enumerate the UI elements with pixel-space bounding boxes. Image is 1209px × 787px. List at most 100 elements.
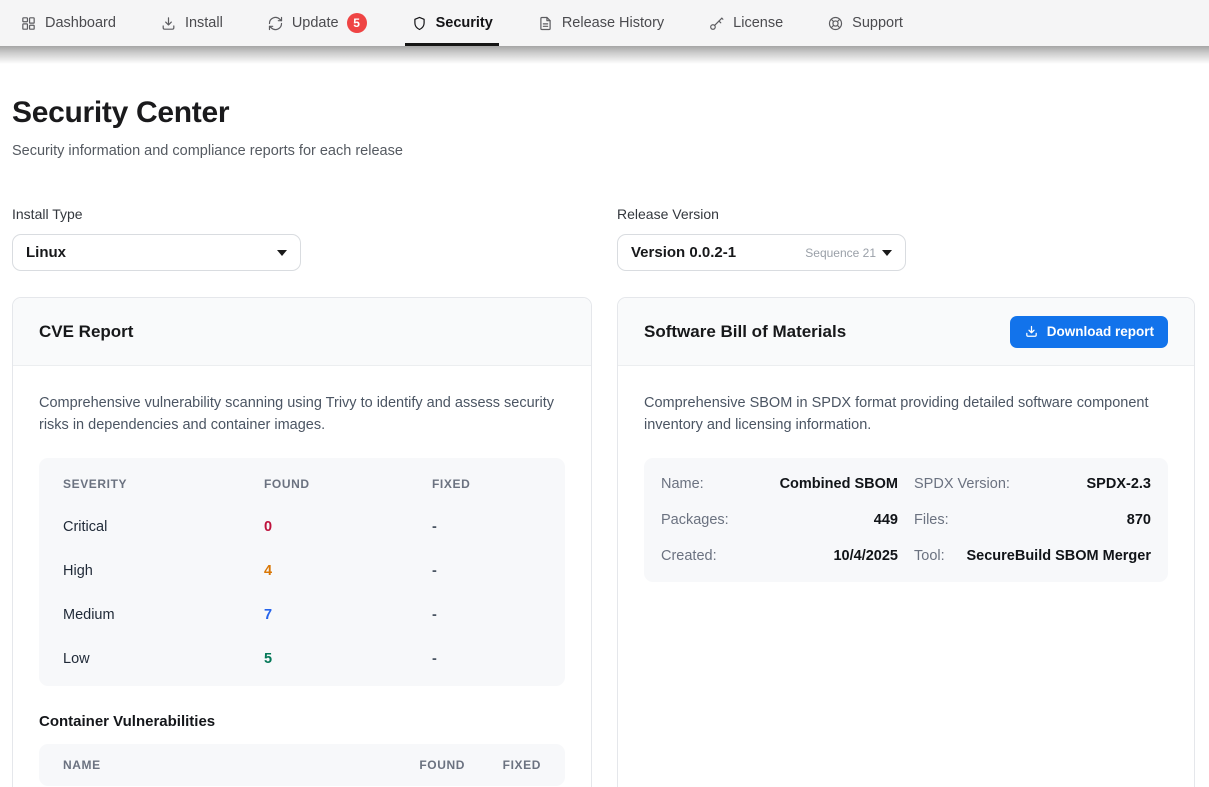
nav-item-update[interactable]: Update 5: [267, 0, 367, 46]
download-icon: [1024, 324, 1039, 339]
sbom-header: Software Bill of Materials Download repo…: [618, 298, 1194, 366]
found-column-header: FOUND: [264, 477, 432, 491]
page-subtitle: Security information and compliance repo…: [12, 143, 1195, 159]
nav-item-label: Support: [852, 15, 903, 31]
download-icon: [160, 15, 177, 32]
sbom-field-packages: Packages:449: [661, 512, 898, 528]
sbom-field-value: 449: [729, 512, 898, 528]
sbom-detail-row: Packages:449 Files:870: [661, 502, 1151, 538]
sbom-card: Software Bill of Materials Download repo…: [617, 297, 1195, 787]
found-column-header: FOUND: [389, 758, 465, 772]
sbom-detail-row: Created:10/4/2025 Tool:SecureBuild SBOM M…: [661, 538, 1151, 574]
cve-report-header: CVE Report: [13, 298, 591, 366]
sbom-field-label: Created:: [661, 548, 717, 564]
sbom-field-label: Tool:: [914, 548, 945, 564]
lifebuoy-icon: [827, 15, 844, 32]
nav-item-support[interactable]: Support: [827, 0, 903, 46]
sbom-field-value: 10/4/2025: [717, 548, 898, 564]
download-report-button[interactable]: Download report: [1010, 316, 1168, 348]
severity-row-medium: Medium7-: [39, 593, 565, 637]
install-type-select[interactable]: Linux: [12, 234, 301, 271]
refresh-icon: [267, 15, 284, 32]
sbom-title: Software Bill of Materials: [644, 322, 846, 342]
release-version-label: Release Version: [617, 206, 1195, 222]
sbom-field-created: Created:10/4/2025: [661, 548, 898, 564]
found-count: 5: [264, 651, 432, 667]
nav-item-label: Release History: [562, 15, 664, 31]
key-icon: [708, 15, 725, 32]
chevron-down-icon: [882, 250, 892, 256]
fixed-count: -: [432, 519, 541, 535]
fixed-count: -: [432, 651, 541, 667]
cve-report-body: Comprehensive vulnerability scanning usi…: [13, 366, 591, 787]
nav-item-label: License: [733, 15, 783, 31]
document-icon: [537, 15, 554, 32]
severity-row-critical: Critical0-: [39, 505, 565, 549]
found-count: 4: [264, 563, 432, 579]
severity-table: SEVERITY FOUND FIXED Critical0-High4-Med…: [39, 458, 565, 686]
cve-report-card: CVE Report Comprehensive vulnerability s…: [12, 297, 592, 787]
toolbar-shadow: [0, 46, 1209, 64]
nav-item-security[interactable]: Security: [411, 0, 493, 46]
update-count-badge: 5: [347, 13, 367, 33]
nav-item-license[interactable]: License: [708, 0, 783, 46]
page-title: Security Center: [12, 96, 1195, 130]
sbom-details-table: Name:Combined SBOM SPDX Version:SPDX-2.3 P…: [644, 458, 1168, 582]
install-type-filter: Install Type Linux: [12, 206, 592, 271]
top-nav: Dashboard Install Update 5 Security Release H…: [0, 0, 1209, 46]
sbom-field-label: Files:: [914, 512, 949, 528]
sbom-field-label: Name:: [661, 476, 704, 492]
dashboard-grid-icon: [20, 15, 37, 32]
sequence-badge: Sequence 21: [805, 246, 876, 260]
download-report-label: Download report: [1047, 324, 1154, 339]
severity-label: Medium: [63, 607, 264, 623]
sbom-field-value: Combined SBOM: [704, 476, 898, 492]
sbom-field-tool: Tool:SecureBuild SBOM Merger: [914, 548, 1151, 564]
severity-label: Low: [63, 651, 264, 667]
cards-row: CVE Report Comprehensive vulnerability s…: [12, 297, 1195, 787]
sbom-field-value: SecureBuild SBOM Merger: [945, 548, 1151, 564]
sbom-field-label: SPDX Version:: [914, 476, 1010, 492]
fixed-count: -: [432, 563, 541, 579]
nav-item-dashboard[interactable]: Dashboard: [20, 0, 116, 46]
found-count: 7: [264, 607, 432, 623]
cve-report-description: Comprehensive vulnerability scanning usi…: [39, 393, 565, 436]
sbom-field-name: Name:Combined SBOM: [661, 476, 898, 492]
name-column-header: NAME: [63, 758, 389, 772]
severity-column-header: SEVERITY: [63, 477, 264, 491]
release-version-value: Version 0.0.2-1: [631, 244, 736, 261]
release-version-select[interactable]: Version 0.0.2-1 Sequence 21: [617, 234, 906, 271]
cve-report-title: CVE Report: [39, 322, 133, 342]
nav-item-label: Security: [436, 15, 493, 31]
fixed-column-header: FIXED: [465, 758, 541, 772]
fixed-count: -: [432, 607, 541, 623]
sbom-detail-row: Name:Combined SBOM SPDX Version:SPDX-2.3: [661, 466, 1151, 502]
nav-item-install[interactable]: Install: [160, 0, 223, 46]
sbom-field-value: SPDX-2.3: [1010, 476, 1151, 492]
filters-row: Install Type Linux Release Version Versi…: [12, 206, 1195, 271]
install-type-value: Linux: [26, 244, 66, 261]
chevron-down-icon: [277, 250, 287, 256]
install-type-label: Install Type: [12, 206, 592, 222]
severity-row-low: Low5-: [39, 637, 565, 681]
sbom-field-spdx-version: SPDX Version:SPDX-2.3: [914, 476, 1151, 492]
severity-label: High: [63, 563, 264, 579]
nav-item-release-history[interactable]: Release History: [537, 0, 664, 46]
fixed-column-header: FIXED: [432, 477, 541, 491]
found-count: 0: [264, 519, 432, 535]
nav-item-label: Install: [185, 15, 223, 31]
container-vulnerabilities-title: Container Vulnerabilities: [39, 713, 565, 730]
sbom-description: Comprehensive SBOM in SPDX format provid…: [644, 393, 1168, 436]
severity-table-header: SEVERITY FOUND FIXED: [39, 463, 565, 505]
container-vulnerabilities-header: NAME FOUND FIXED: [39, 744, 565, 786]
nav-item-label: Update: [292, 15, 339, 31]
sbom-field-value: 870: [949, 512, 1151, 528]
severity-row-high: High4-: [39, 549, 565, 593]
sbom-body: Comprehensive SBOM in SPDX format provid…: [618, 366, 1194, 609]
sbom-field-label: Packages:: [661, 512, 729, 528]
nav-item-label: Dashboard: [45, 15, 116, 31]
page-content: Security Center Security information and…: [0, 96, 1209, 787]
severity-label: Critical: [63, 519, 264, 535]
release-version-filter: Release Version Version 0.0.2-1 Sequence…: [617, 206, 1195, 271]
sbom-field-files: Files:870: [914, 512, 1151, 528]
